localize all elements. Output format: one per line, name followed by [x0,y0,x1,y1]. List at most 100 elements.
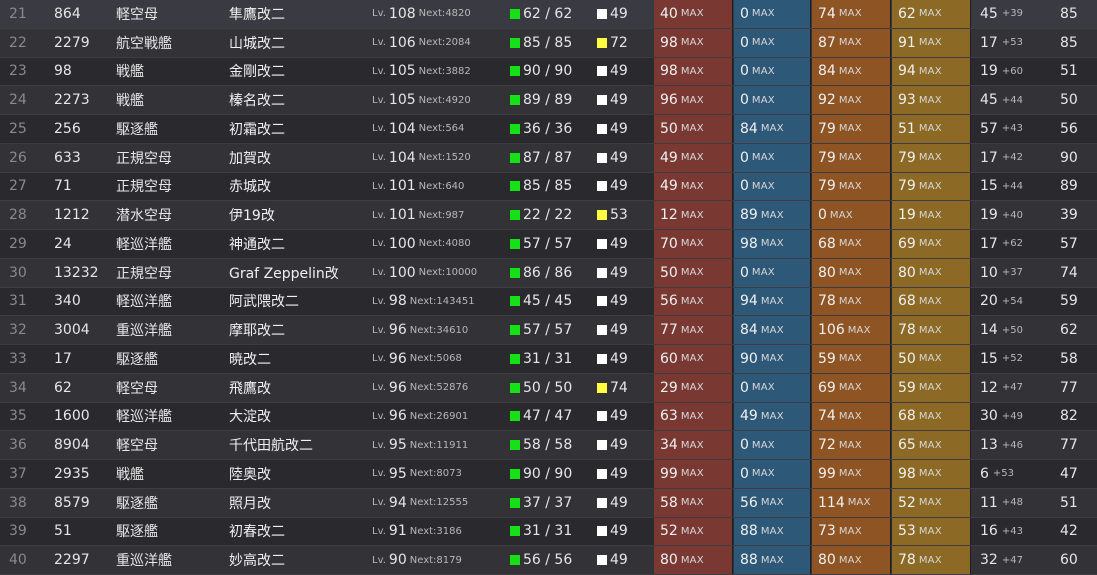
last-stat-value: 82 [1060,408,1078,425]
firepower-value: 63 [660,408,678,425]
hp-cell: 57 / 57 [510,316,572,344]
row-index: 31 [9,293,27,310]
hp-value: 31 / 31 [523,350,573,367]
level-value: 108 [388,5,416,22]
next-exp-label: Next: [409,468,437,480]
ship-name: 千代田航改二 [229,438,313,455]
hp-cell: 89 / 89 [510,86,572,114]
level-label: Lv. [372,439,386,451]
level-label: Lv. [372,295,386,307]
max-label: MAX [918,497,942,509]
antiair-cell: 79 MAX [812,143,891,172]
table-row[interactable]: 21 864 軽空母 隼鷹改二 Lv. 108 Next: 4820 62 / 6… [0,0,1097,29]
ship-type: 駆逐艦 [116,524,158,541]
armor-value: 19 [898,207,916,224]
table-row[interactable]: 37 2935 戦艦 陸奥改 Lv. 95 Next: 8073 90 / 90 … [0,460,1097,489]
ship-name: 照月改 [229,495,271,512]
level-value: 101 [388,207,416,224]
last-stat-value: 51 [1060,63,1078,80]
table-row[interactable]: 40 2297 重巡洋艦 妙高改二 Lv. 90 Next: 8179 56 / … [0,546,1097,575]
table-row[interactable]: 31 340 軽巡洋艦 阿武隈改二 Lv. 98 Next: 143451 45 … [0,287,1097,317]
table-row[interactable]: 36 8904 軽空母 千代田航改二 Lv. 95 Next: 11911 58 … [0,431,1097,460]
ship-name: 隼鷹改二 [229,6,285,23]
ship-name: 飛鷹改 [229,380,271,397]
condition-value: 49 [610,408,628,425]
table-row[interactable]: 34 62 軽空母 飛鷹改 Lv. 96 Next: 52876 50 / 50 … [0,373,1097,403]
luck-value: 45 [980,92,998,109]
hp-status-square-icon [510,325,520,336]
max-label: MAX [680,267,704,279]
condition-cell: 49 [597,173,628,201]
antiair-value: 59 [818,350,836,367]
antiair-cell: 74 MAX [812,402,891,431]
armor-value: 52 [898,494,916,511]
next-exp-value: 52876 [436,382,469,394]
torpedo-cell: 0 MAX [734,172,811,201]
table-row[interactable]: 39 51 駆逐艦 初春改二 Lv. 91 Next: 3186 31 / 31 … [0,517,1097,547]
next-exp-label: Next: [418,123,446,135]
antiair-value: 92 [818,92,836,109]
ship-name: 榛名改二 [229,93,285,110]
firepower-cell: 49 MAX [654,172,733,201]
firepower-value: 49 [660,149,678,166]
table-row[interactable]: 29 24 軽巡洋艦 神通改二 Lv. 100 Next: 4080 57 / 5… [0,230,1097,259]
armor-cell: 68 MAX [892,402,971,431]
table-row[interactable]: 35 1600 軽巡洋艦 大淀改 Lv. 96 Next: 26901 47 / … [0,402,1097,432]
level-cell: Lv. 96 Next: 52876 [372,374,468,402]
luck-cell: 12 +47 [980,374,1023,402]
condition-cell: 49 [597,144,628,172]
table-row[interactable]: 28 1212 潜水空母 伊19改 Lv. 101 Next: 987 22 / … [0,201,1097,230]
ship-type: 正規空母 [116,150,172,167]
level-value: 106 [388,34,416,51]
torpedo-value: 84 [740,120,758,137]
next-exp-label: Next: [418,152,446,164]
ship-id: 3004 [54,322,90,339]
max-label: MAX [838,382,862,394]
next-exp-value: 3186 [436,525,462,537]
armor-value: 62 [898,5,916,22]
max-label: MAX [680,382,704,394]
armor-value: 69 [898,235,916,252]
torpedo-value: 88 [740,552,758,569]
table-row[interactable]: 26 633 正規空母 加賀改 Lv. 104 Next: 1520 87 / 8… [0,143,1097,173]
condition-cell: 49 [597,86,628,114]
firepower-value: 56 [660,293,678,310]
table-row[interactable]: 33 17 駆逐艦 暁改二 Lv. 96 Next: 5068 31 / 31 4… [0,345,1097,374]
hp-cell: 31 / 31 [510,345,572,373]
armor-cell: 79 MAX [892,172,971,201]
condition-value: 49 [610,149,628,166]
max-label: MAX [760,554,784,566]
ship-type: 航空戦艦 [116,35,172,52]
level-value: 105 [388,92,416,109]
next-exp-label: Next: [418,8,446,20]
condition-value: 49 [610,523,628,540]
table-row[interactable]: 24 2273 戦艦 榛名改二 Lv. 105 Next: 4920 89 / 8… [0,86,1097,115]
hp-cell: 50 / 50 [510,374,572,402]
firepower-cell: 99 MAX [654,460,733,488]
firepower-value: 98 [660,63,678,80]
table-row[interactable]: 30 13232 正規空母 Graf Zeppelin改 Lv. 100 Nex… [0,258,1097,288]
condition-square-icon [597,152,607,163]
next-exp-value: 5068 [436,353,462,365]
luck-cell: 6 +53 [980,460,1014,488]
torpedo-value: 56 [740,494,758,511]
torpedo-value: 94 [740,293,758,310]
level-cell: Lv. 105 Next: 3882 [372,58,471,86]
next-exp-label: Next: [409,525,437,537]
table-row[interactable]: 22 2279 航空戦艦 山城改二 Lv. 106 Next: 2084 85 /… [0,28,1097,58]
table-row[interactable]: 32 3004 重巡洋艦 摩耶改二 Lv. 96 Next: 34610 57 /… [0,316,1097,345]
level-label: Lv. [372,324,386,336]
antiair-cell: 74 MAX [812,0,891,28]
torpedo-cell: 89 MAX [734,201,811,229]
condition-cell: 49 [597,431,628,459]
max-label: MAX [751,468,775,480]
table-row[interactable]: 27 71 正規空母 赤城改 Lv. 101 Next: 640 85 / 85 … [0,172,1097,202]
table-row[interactable]: 25 256 駆逐艦 初霜改二 Lv. 104 Next: 564 36 / 36… [0,115,1097,144]
max-label: MAX [918,410,942,422]
luck-cell: 14 +50 [980,316,1023,344]
torpedo-cell: 0 MAX [734,460,811,488]
hp-status-square-icon [510,8,520,19]
table-row[interactable]: 38 8579 駆逐艦 照月改 Lv. 94 Next: 12555 37 / 3… [0,488,1097,518]
max-label: MAX [838,94,862,106]
table-row[interactable]: 23 98 戦艦 金剛改二 Lv. 105 Next: 3882 90 / 90 … [0,57,1097,87]
